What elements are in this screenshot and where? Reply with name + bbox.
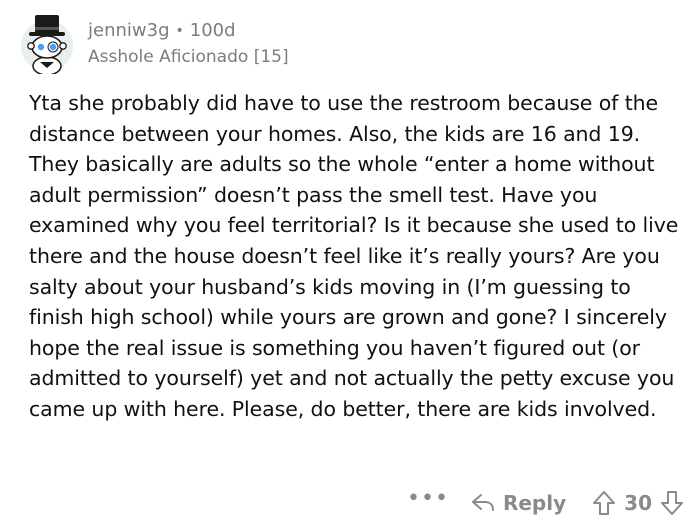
reply-button[interactable]: Reply (471, 491, 566, 515)
username[interactable]: jenniw3g (88, 20, 170, 42)
reply-arrow-icon (471, 494, 494, 511)
user-flair: Asshole Aficionado [15] (88, 47, 289, 67)
vote-count: 30 (624, 491, 652, 515)
comment-header: jenniw3g • 100d Asshole Aficionado [15] (18, 10, 289, 74)
more-options-button[interactable]: ••• (407, 488, 449, 510)
meta-separator: • (175, 23, 184, 39)
downvote-button[interactable] (660, 490, 684, 516)
comment-actions: ••• Reply 30 (407, 486, 684, 520)
reply-label: Reply (502, 491, 567, 515)
upvote-arrow-icon (593, 491, 616, 515)
comment-age: 100d (189, 20, 236, 41)
snoo-avatar-icon (21, 15, 73, 74)
comment-card: jenniw3g • 100d Asshole Aficionado [15] … (0, 0, 700, 531)
upvote-button[interactable] (592, 490, 616, 516)
avatar[interactable] (18, 10, 76, 74)
meta-top-row: jenniw3g • 100d (88, 20, 289, 42)
vote-controls: 30 (592, 490, 684, 516)
comment-meta: jenniw3g • 100d Asshole Aficionado [15] (88, 20, 289, 68)
comment-body: Yta she probably did have to use the res… (29, 91, 679, 421)
downvote-arrow-icon (661, 491, 683, 515)
